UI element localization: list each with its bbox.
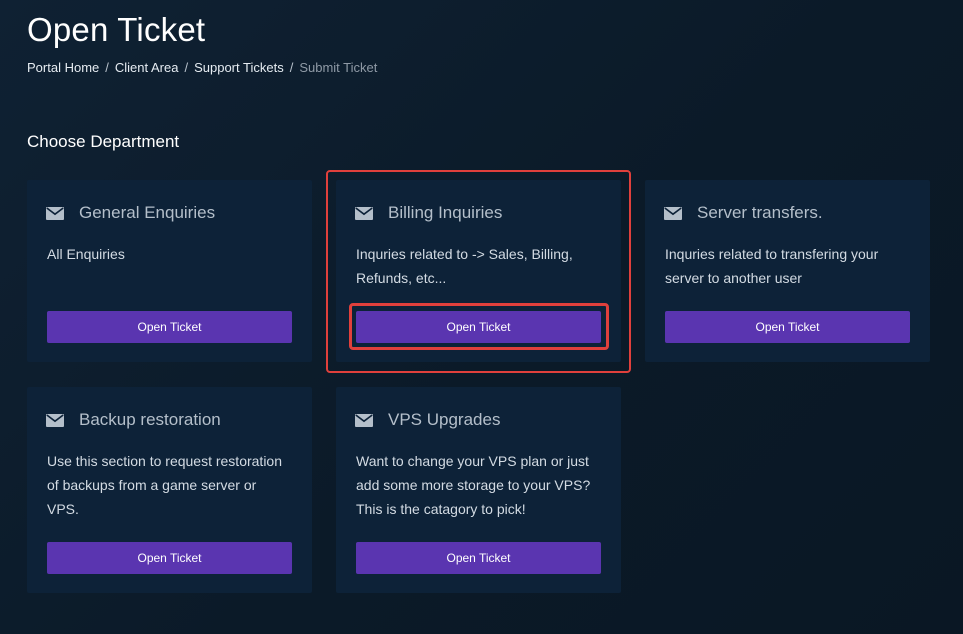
department-card-server-transfers: Server transfers. Inquries related to tr… [645, 180, 930, 362]
open-ticket-button-server-transfers[interactable]: Open Ticket [665, 311, 910, 343]
breadcrumb-client-area[interactable]: Client Area [115, 60, 179, 76]
page-title: Open Ticket [27, 11, 206, 48]
card-title: Billing Inquiries [388, 203, 503, 222]
card-header: Billing Inquiries [355, 203, 502, 223]
breadcrumb: Portal Home / Client Area / Support Tick… [27, 60, 377, 76]
breadcrumb-portal-home[interactable]: Portal Home [27, 60, 99, 76]
open-ticket-button-billing-inquiries[interactable]: Open Ticket [356, 311, 601, 343]
card-header: Backup restoration [46, 410, 221, 430]
card-header: VPS Upgrades [355, 410, 500, 430]
card-description: All Enquiries [47, 246, 125, 262]
card-header: General Enquiries [46, 203, 215, 223]
department-card-billing-inquiries: Billing Inquiries Inquries related to ->… [336, 180, 621, 362]
open-ticket-button-vps-upgrades[interactable]: Open Ticket [356, 542, 601, 574]
card-title: VPS Upgrades [388, 410, 501, 429]
department-card-vps-upgrades: VPS Upgrades Want to change your VPS pla… [336, 387, 621, 593]
envelope-icon [355, 206, 373, 220]
card-description: Use this section to request restoration … [47, 453, 283, 517]
card-title: Backup restoration [79, 410, 221, 429]
department-card-general-enquiries: General Enquiries All Enquiries Open Tic… [27, 180, 312, 362]
card-description: Inquries related to -> Sales, Billing, R… [356, 246, 573, 286]
breadcrumb-separator: / [289, 60, 294, 75]
breadcrumb-separator: / [184, 60, 189, 75]
department-card-backup-restoration: Backup restoration Use this section to r… [27, 387, 312, 593]
card-description: Inquries related to transfering your ser… [665, 246, 879, 286]
card-header: Server transfers. [664, 203, 823, 223]
envelope-icon [46, 413, 64, 427]
card-title: General Enquiries [79, 203, 216, 222]
open-ticket-button-general-enquiries[interactable]: Open Ticket [47, 311, 292, 343]
breadcrumb-current: Submit Ticket [299, 60, 378, 75]
card-title: Server transfers. [697, 203, 823, 222]
breadcrumb-separator: / [105, 60, 109, 75]
breadcrumb-support-tickets[interactable]: Support Tickets [194, 60, 284, 76]
open-ticket-button-backup-restoration[interactable]: Open Ticket [47, 542, 292, 574]
envelope-icon [664, 206, 682, 220]
section-title: Choose Department [27, 132, 180, 151]
envelope-icon [355, 413, 373, 427]
card-description: Want to change your VPS plan or just add… [356, 453, 591, 517]
envelope-icon [46, 206, 64, 220]
